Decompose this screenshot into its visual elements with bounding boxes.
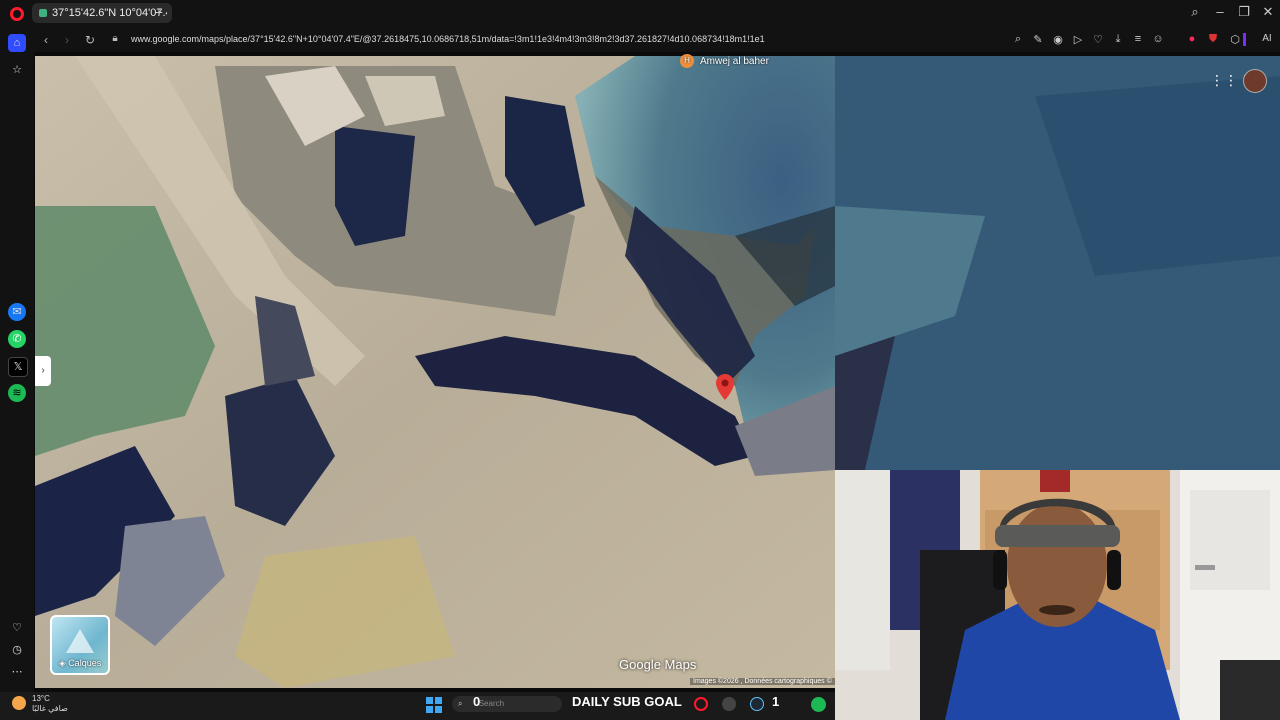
tab-title: 37°15'42.6"N 10°04'07.4"E: [52, 7, 167, 19]
hotel-icon: H: [680, 54, 694, 68]
avatar[interactable]: [1243, 69, 1267, 93]
sub-goal-target: 1: [772, 694, 780, 709]
map-credits[interactable]: Images ©2026 , Données cartographiques ©: [690, 678, 835, 685]
close-icon[interactable]: ✕: [1258, 4, 1278, 20]
satellite-map[interactable]: [35, 56, 835, 688]
spotify-icon[interactable]: ≋: [8, 384, 26, 402]
opera-icon[interactable]: [10, 7, 24, 21]
menu-icon[interactable]: ≡: [1131, 33, 1145, 45]
url-field[interactable]: www.google.com/maps/place/37°15'42.6"N+1…: [131, 34, 765, 44]
heart-icon[interactable]: ♡: [8, 619, 26, 637]
shield-icon[interactable]: ⛊: [1206, 33, 1220, 46]
weather-desc: صافي غالبًا: [32, 704, 68, 713]
windows-taskbar: [0, 692, 835, 720]
steam-icon[interactable]: [750, 697, 764, 711]
whatsapp-icon[interactable]: ✆: [8, 330, 26, 348]
send-icon[interactable]: ▷: [1071, 33, 1085, 46]
mountain-preview-icon: [66, 629, 94, 653]
weather-icon: [12, 696, 26, 710]
search-icon[interactable]: ⌕: [1185, 4, 1205, 20]
location-pin-icon[interactable]: [716, 374, 734, 400]
camera-icon[interactable]: ◉: [1051, 33, 1065, 46]
opera-taskbar-icon[interactable]: [694, 697, 708, 711]
forward-icon[interactable]: ›: [60, 33, 74, 47]
lock-icon: 🔒︎: [112, 33, 118, 44]
webcam-overlay: [835, 470, 1280, 720]
zoom-icon[interactable]: ⌕: [1011, 33, 1025, 46]
search-placeholder: Search: [478, 699, 505, 708]
maps-favicon-icon: [39, 9, 47, 17]
sub-goal-count: 0: [473, 694, 481, 709]
reload-icon[interactable]: ↻: [83, 33, 97, 47]
extension-red-icon[interactable]: ●: [1185, 33, 1199, 45]
download-icon[interactable]: ⤓: [1111, 33, 1125, 46]
history-icon[interactable]: ◷: [8, 641, 26, 659]
x-icon[interactable]: 𝕏: [8, 357, 28, 377]
taskbar-search[interactable]: ⌕ Search: [452, 696, 562, 712]
poi-label: Amwej al baher: [700, 55, 769, 67]
spotify-taskbar-icon[interactable]: [811, 697, 826, 712]
poi-marker[interactable]: H Amwej al baher: [680, 54, 769, 68]
home-icon[interactable]: ⌂: [8, 34, 26, 52]
expand-panel-button[interactable]: ›: [35, 356, 51, 386]
layers-button[interactable]: ◈ Calques: [50, 615, 110, 675]
messenger-icon[interactable]: ✉: [8, 303, 26, 321]
tab-bar: [0, 0, 1280, 28]
bookmark-icon[interactable]: ☆: [8, 61, 26, 79]
heart-outline-icon[interactable]: ♡: [1091, 33, 1105, 46]
maximize-icon[interactable]: ❐: [1234, 4, 1254, 20]
ai-button[interactable]: AI: [1256, 33, 1278, 44]
divider: [1243, 33, 1246, 46]
google-maps-brand: Google Maps: [619, 657, 697, 672]
search-icon: ⌕: [458, 699, 463, 708]
new-tab-button[interactable]: +: [152, 5, 166, 19]
weather-widget[interactable]: 13°C صافي غالبًا: [32, 694, 68, 714]
edit-icon[interactable]: ✎: [1031, 33, 1045, 46]
temperature: 13°C: [32, 694, 50, 703]
satellite-map-sea[interactable]: [835, 56, 1280, 470]
cube-icon[interactable]: ⬡: [1228, 33, 1242, 46]
daily-sub-goal-label: DAILY SUB GOAL: [572, 694, 682, 709]
obs-icon[interactable]: [722, 697, 736, 711]
more-icon[interactable]: ⋯: [8, 663, 26, 681]
back-icon[interactable]: ‹: [39, 33, 53, 47]
minimize-icon[interactable]: –: [1210, 4, 1230, 19]
tab-active[interactable]: 37°15'42.6"N 10°04'07.4"E: [32, 3, 172, 23]
windows-icon[interactable]: [426, 697, 442, 713]
account-icon[interactable]: ☺: [1151, 33, 1165, 45]
layers-label: ◈ Calques: [58, 658, 102, 668]
